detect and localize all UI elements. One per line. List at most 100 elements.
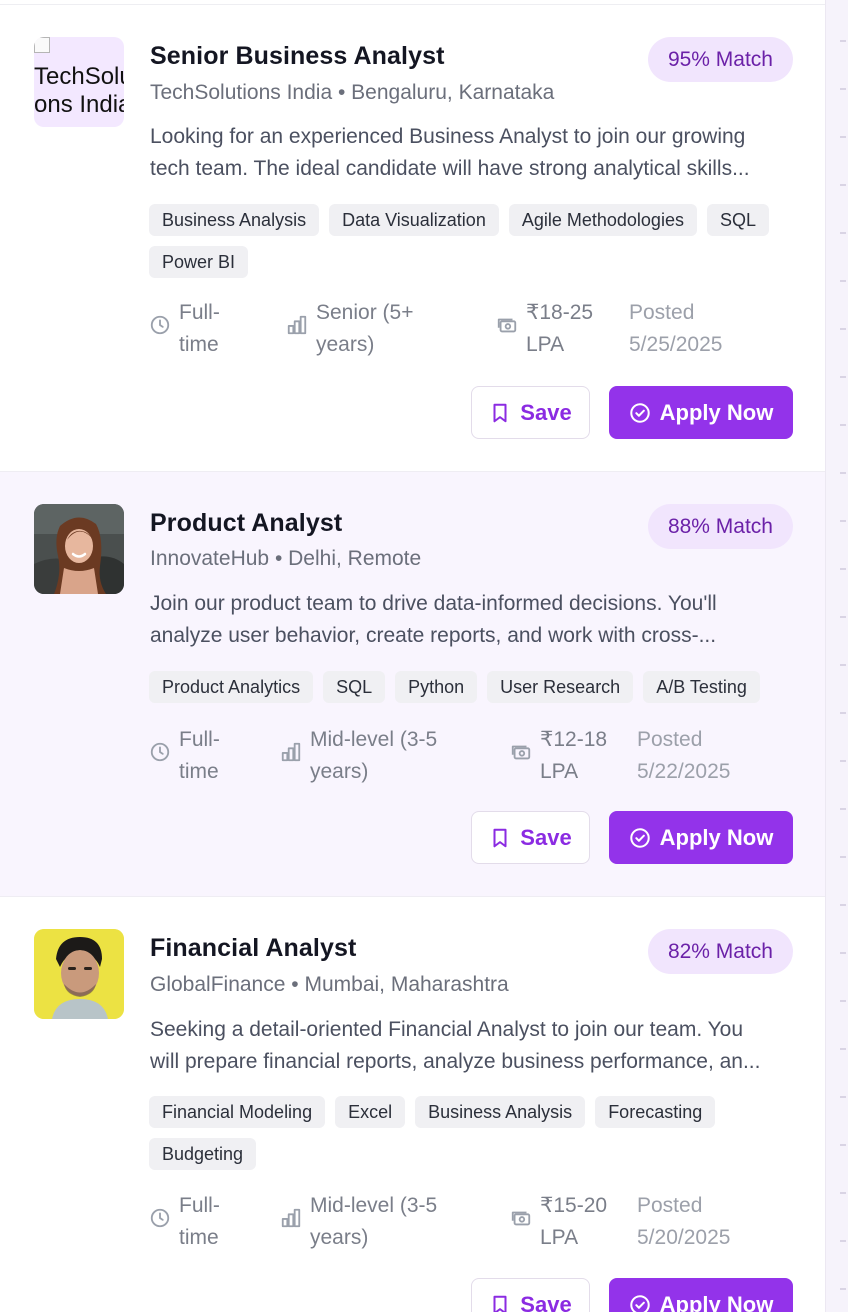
save-label: Save — [520, 399, 572, 425]
skill-tags: Financial Modeling Excel Business Analys… — [149, 1096, 799, 1170]
description-line: Looking for an experienced Business Anal… — [150, 125, 746, 148]
match-badge: 82% Match — [647, 929, 793, 974]
bookmark-icon — [493, 1295, 507, 1312]
save-button[interactable]: Save — [471, 1278, 590, 1312]
job-title[interactable]: Product Analyst — [150, 509, 342, 538]
description-line: Seeking a detail-oriented Financial Anal… — [150, 1018, 744, 1041]
experience-line: Senior (5+ — [316, 301, 414, 324]
skill-tag: Python — [395, 671, 478, 703]
cash-icon — [497, 318, 517, 333]
salary-line: ₹15-20 — [540, 1194, 608, 1217]
job-card[interactable]: Product Analyst InnovateHub • Delhi, Rem… — [0, 472, 825, 897]
job-type-line: time — [179, 1226, 219, 1249]
job-description: Join our product team to drive data-info… — [150, 588, 795, 652]
apply-now-button[interactable]: Apply Now — [609, 811, 793, 864]
save-button[interactable]: Save — [471, 386, 590, 439]
bar-chart-icon — [281, 1208, 301, 1228]
job-type-line: time — [179, 333, 219, 356]
job-type: Full-time — [149, 1190, 220, 1254]
job-title[interactable]: Financial Analyst — [150, 934, 356, 963]
clock-icon — [150, 315, 170, 335]
skill-tag: Data Visualization — [329, 204, 499, 236]
check-circle-icon — [629, 402, 650, 423]
clock-icon — [150, 1208, 170, 1228]
experience-level: Senior (5+ years) — [286, 297, 413, 361]
posted-line: 5/20/2025 — [637, 1226, 731, 1249]
save-label: Save — [520, 1291, 572, 1312]
bar-chart-icon — [287, 315, 307, 335]
company-logo — [34, 929, 124, 1019]
salary: ₹15-20 LPA — [510, 1190, 607, 1254]
salary-line: LPA — [540, 760, 579, 783]
company-name: InnovateHub — [150, 547, 270, 570]
company-location: GlobalFinance • Mumbai, Maharashtra — [150, 973, 509, 997]
save-button[interactable]: Save — [471, 811, 590, 864]
salary-line: LPA — [540, 1226, 579, 1249]
job-type-line: Full- — [179, 728, 220, 751]
skill-tag: Forecasting — [595, 1096, 716, 1128]
job-description: Seeking a detail-oriented Financial Anal… — [150, 1014, 795, 1078]
posted-line: 5/22/2025 — [637, 760, 731, 783]
job-location: Bengaluru, Karnataka — [351, 81, 555, 104]
description-line: analyze user behavior, create reports, a… — [150, 624, 717, 647]
skill-tag: Business Analysis — [415, 1096, 586, 1128]
job-location: Mumbai, Maharashtra — [304, 973, 509, 996]
skill-tag: Product Analytics — [149, 671, 314, 703]
skill-tag: User Research — [487, 671, 634, 703]
description-line: tech team. The ideal candidate will have… — [150, 157, 750, 180]
job-title[interactable]: Senior Business Analyst — [150, 42, 445, 71]
company-name: TechSolutions India — [150, 81, 333, 104]
job-description: Looking for an experienced Business Anal… — [150, 121, 795, 185]
experience-line: years) — [310, 760, 369, 783]
apply-now-button[interactable]: Apply Now — [609, 1278, 793, 1312]
experience-line: Mid-level (3-5 — [310, 1194, 438, 1217]
skill-tag: Business Analysis — [149, 204, 320, 236]
job-type-line: Full- — [179, 301, 220, 324]
skill-tag: Agile Methodologies — [508, 204, 697, 236]
salary-line: ₹18-25 — [526, 301, 594, 324]
job-list: TechSolutions India Senior Business Anal… — [0, 0, 826, 1312]
posted-line: Posted — [637, 728, 703, 751]
skill-tag: Excel — [335, 1096, 406, 1128]
description-line: Join our product team to drive data-info… — [150, 592, 717, 615]
bar-chart-icon — [281, 742, 301, 762]
apply-label: Apply Now — [659, 1291, 774, 1312]
job-type: Full-time — [149, 724, 220, 788]
job-card[interactable]: Financial Analyst GlobalFinance • Mumbai… — [0, 897, 825, 1312]
experience-line: Mid-level (3-5 — [310, 728, 438, 751]
posted-date: Posted 5/25/2025 — [629, 297, 722, 361]
clock-icon — [150, 742, 170, 762]
apply-label: Apply Now — [659, 399, 774, 425]
skill-tag: A/B Testing — [643, 671, 760, 703]
salary: ₹12-18 LPA — [510, 724, 607, 788]
bookmark-icon — [493, 403, 507, 422]
meta-separator: • — [337, 81, 346, 104]
salary: ₹18-25 LPA — [496, 297, 593, 361]
posted-date: Posted 5/20/2025 — [637, 1190, 730, 1254]
experience-line: years) — [316, 333, 375, 356]
cash-icon — [511, 1211, 531, 1226]
company-logo — [34, 504, 124, 594]
apply-label: Apply Now — [659, 824, 774, 850]
skill-tags: Product Analytics SQL Python User Resear… — [149, 671, 809, 703]
bookmark-icon — [493, 828, 507, 847]
skill-tag: Financial Modeling — [149, 1096, 326, 1128]
skill-tag: SQL — [323, 671, 386, 703]
company-location: InnovateHub • Delhi, Remote — [150, 547, 421, 571]
apply-now-button[interactable]: Apply Now — [609, 386, 793, 439]
posted-line: Posted — [629, 301, 695, 324]
job-type-line: time — [179, 760, 219, 783]
job-location: Delhi, Remote — [288, 547, 422, 570]
skill-tag: Power BI — [149, 246, 249, 278]
cash-icon — [511, 745, 531, 760]
company-name: GlobalFinance — [150, 973, 286, 996]
job-facts: Full-time Senior (5+ years) ₹18-25 LPA Pos… — [149, 297, 809, 367]
job-card[interactable]: TechSolutions India Senior Business Anal… — [0, 5, 825, 472]
check-circle-icon — [629, 1294, 650, 1312]
meta-separator: • — [274, 547, 283, 570]
experience-line: years) — [310, 1226, 369, 1249]
check-circle-icon — [629, 827, 650, 848]
logo-alt-text: TechSolutions India — [34, 63, 124, 118]
job-type-line: Full- — [179, 1194, 220, 1217]
skill-tag: SQL — [706, 204, 769, 236]
